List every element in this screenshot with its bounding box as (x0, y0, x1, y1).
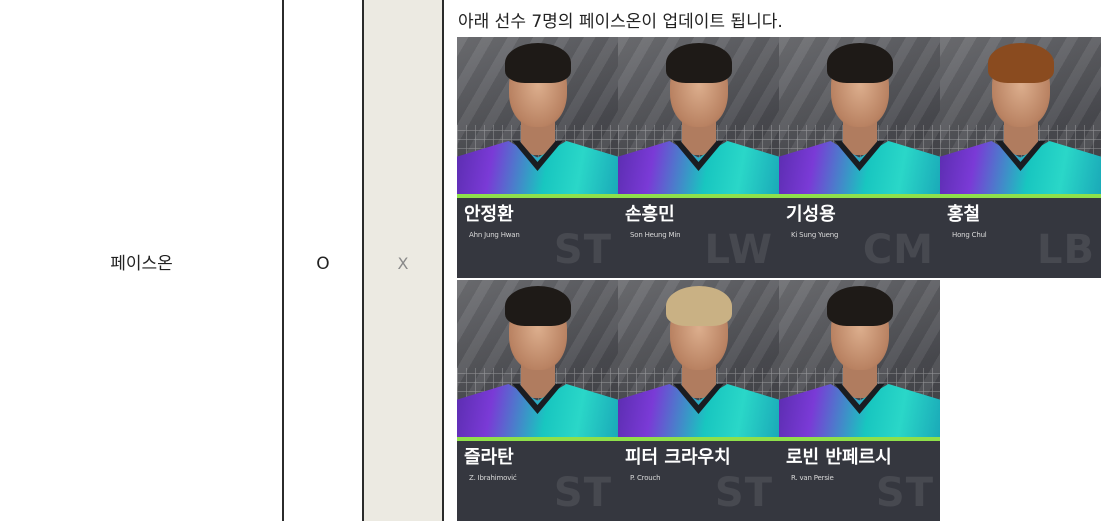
column-divider (362, 0, 364, 521)
player-korean-name: 안정환 (464, 204, 514, 225)
face-on-table-row: 페이스온 O X 아래 선수 7명의 페이스온이 업데이트 됩니다. ST 안정… (0, 0, 1117, 521)
player-card: ST 안정환 Ahn Jung Hwan (457, 37, 618, 278)
update-notice: 아래 선수 7명의 페이스온이 업데이트 됩니다. (458, 12, 783, 32)
player-english-name: Ahn Jung Hwan (469, 231, 520, 239)
position-label: LW (704, 227, 773, 273)
player-korean-name: 홍철 (947, 204, 981, 225)
position-label: ST (714, 470, 773, 516)
position-label: CM (862, 227, 934, 273)
feature-label: 페이스온 (110, 254, 173, 274)
position-label: ST (553, 470, 612, 516)
player-english-name: R. van Persie (791, 474, 834, 482)
o-column-cell: O (283, 0, 363, 521)
player-card: LW 손흥민 Son Heung Min (618, 37, 779, 278)
player-card: CM 기성용 Ki Sung Yueng (779, 37, 940, 278)
player-english-name: Z. Ibrahimović (469, 474, 517, 482)
player-korean-name: 즐라탄 (464, 447, 514, 468)
player-english-name: P. Crouch (630, 474, 661, 482)
player-english-name: Hong Chul (952, 231, 987, 239)
player-english-name: Son Heung Min (630, 231, 681, 239)
player-korean-name: 로빈 반페르시 (786, 447, 892, 468)
position-label: ST (553, 227, 612, 273)
player-card: ST 로빈 반페르시 R. van Persie (779, 280, 940, 521)
player-korean-name: 피터 크라우치 (625, 447, 731, 468)
x-mark: X (397, 254, 409, 273)
o-mark: O (316, 254, 330, 274)
player-korean-name: 기성용 (786, 204, 836, 225)
player-korean-name: 손흥민 (625, 204, 675, 225)
x-column-cell: X (363, 0, 443, 521)
position-label: LB (1037, 227, 1095, 273)
player-card: ST 피터 크라우치 P. Crouch (618, 280, 779, 521)
player-card: ST 즐라탄 Z. Ibrahimović (457, 280, 618, 521)
player-card-grid: ST 안정환 Ahn Jung Hwan LW 손흥민 Son Heung Mi… (457, 37, 1102, 521)
player-english-name: Ki Sung Yueng (791, 231, 839, 239)
column-divider (282, 0, 284, 521)
feature-label-cell: 페이스온 (0, 0, 283, 521)
column-divider (442, 0, 444, 521)
position-label: ST (875, 470, 934, 516)
player-card: LB 홍철 Hong Chul (940, 37, 1101, 278)
